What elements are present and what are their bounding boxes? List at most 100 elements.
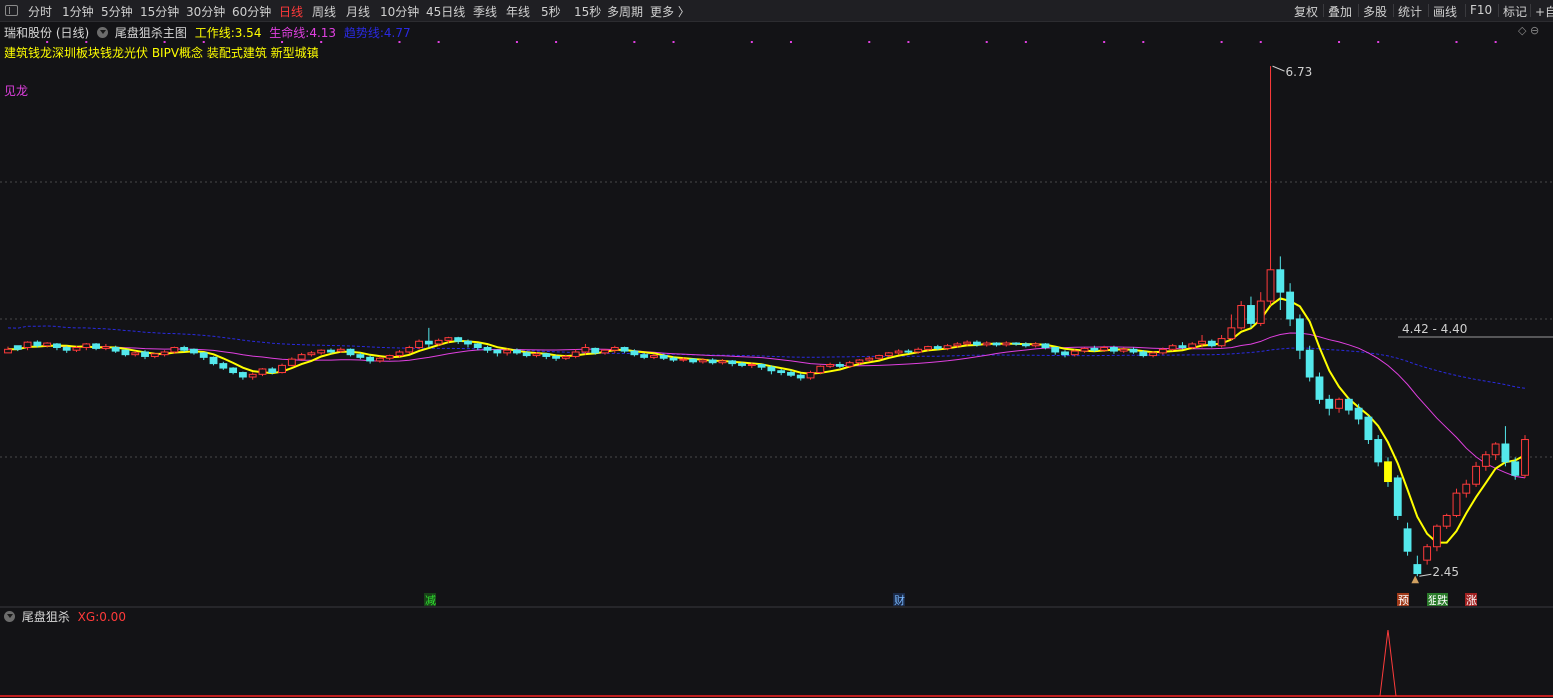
period-toolbar: 分时 1分钟 5分钟 15分钟 30分钟 60分钟 日线 周线 月线 10分钟 45日线 季线 年线 5秒… [0,0,1553,22]
timeframe-5[interactable]: 60分钟 [232,3,271,20]
low-pointer [1419,573,1432,577]
candle-body [415,340,423,349]
candle-body [894,350,903,354]
panel-toggle-icon[interactable] [5,5,18,16]
concept-tags: 建筑钱龙深圳板块钱龙光伏 BIPV概念 装配式建筑 新型城镇 [4,46,319,60]
timeframe-13[interactable]: 5秒 [541,3,561,20]
candle-body [375,357,384,362]
timeframe-1[interactable]: 1分钟 [62,3,94,20]
candle-body [542,353,551,357]
candle-body [503,349,512,354]
toolbar-separator [1358,4,1359,17]
toolbar-separator [1323,4,1324,17]
candle-body [698,359,707,363]
candle-body [238,372,247,378]
timeframe-14[interactable]: 15秒 [574,3,601,20]
candle-body [229,367,238,374]
timeframe-4[interactable]: 30分钟 [186,3,225,20]
candle-body [1481,454,1490,467]
timeframe-11[interactable]: 季线 [473,3,497,20]
candle-body [150,353,159,357]
candle-body [914,348,923,353]
toolbar-button-0[interactable]: 复权 [1294,3,1318,20]
candle-body [1521,439,1529,476]
toolbar-button-7[interactable]: +自 [1535,3,1553,20]
timeframe-8[interactable]: 月线 [346,3,370,20]
candle-body [141,351,149,357]
candle-body [992,342,1001,346]
signal-dot [320,41,323,43]
timeframe-9[interactable]: 10分钟 [380,3,419,20]
candle-body [679,358,688,361]
candle-body [581,347,590,353]
candle-body [1031,343,1040,347]
candle-body [1286,291,1295,320]
candle-body [92,343,101,349]
candle-body [1158,348,1167,354]
eye-toggle-icon[interactable] [97,27,109,38]
candle-body [1491,443,1500,456]
timeframe-15[interactable]: 多周期 [607,3,643,20]
candle-body [1364,416,1373,441]
signal-dot [1494,41,1497,43]
candle-body [708,359,717,364]
toolbar-button-3[interactable]: 统计 [1398,3,1422,20]
candle-body [483,347,492,351]
candle-body [287,358,296,366]
toolbar-button-2[interactable]: 多股 [1363,3,1387,20]
timeframe-2[interactable]: 5分钟 [101,3,133,20]
toolbar-button-5[interactable]: F10 [1470,3,1492,17]
life-line-value: 4.13 [309,26,337,40]
window-controls[interactable]: ◇ ⊖ [1518,24,1539,37]
signal-dot [515,41,518,43]
candle-body [738,363,746,366]
stock-label: 瑞和股份 (日线) [4,26,90,40]
sub-indicator-name[interactable]: 尾盘狙杀 [22,610,70,624]
high-label: 6.73 [1286,65,1313,79]
signal-dot [1259,41,1262,43]
candle-body [855,359,864,364]
candle-body [1237,305,1246,329]
signal-dot [555,41,558,43]
candle-body [1100,347,1109,351]
candle-body [160,351,169,356]
timeframe-7[interactable]: 周线 [312,3,336,20]
candle-body [493,349,502,354]
candle-body [630,350,639,356]
toolbar-button-4[interactable]: 画线 [1433,3,1457,20]
candle-body [982,342,991,346]
signal-dot [633,41,636,43]
candle-body [1178,345,1187,349]
candle-body [1139,351,1148,357]
candle-body [170,347,179,353]
candle-body [1511,461,1520,476]
candle-body [1129,348,1138,353]
candle-body [1070,350,1079,356]
signal-dot [163,41,166,43]
candle-body [640,354,649,358]
candle-body [806,372,815,379]
candle-body [13,345,22,350]
indicator-name[interactable]: 尾盘狙杀主图 [115,26,187,40]
timeframe-12[interactable]: 年线 [506,3,530,20]
candle-body [180,347,189,351]
candle-body [209,356,218,365]
range-label: 4.42 - 4.40 [1402,322,1467,336]
candle-body [1472,465,1480,485]
candle-body [1325,398,1334,409]
eye-toggle-icon[interactable] [4,611,15,622]
timeframe-0[interactable]: 分时 [28,3,52,20]
timeframe-16[interactable]: 更多 〉 [650,3,690,20]
timeframe-10[interactable]: 45日线 [426,3,465,20]
candle-body [444,337,453,341]
toolbar-button-1[interactable]: 叠加 [1328,3,1352,20]
candle-body [268,368,277,374]
candle-body [875,355,883,359]
kline-chart[interactable]: 6.732.45▲4.42 - 4.40减财预狙跌涨 [0,22,1553,698]
timeframe-6[interactable]: 日线 [279,3,303,20]
toolbar-button-6[interactable]: 标记 [1503,3,1527,20]
candle-body [1168,345,1177,350]
timeframe-3[interactable]: 15分钟 [140,3,179,20]
candle-body [1501,443,1510,463]
trend-line-value: 4.77 [383,26,411,40]
